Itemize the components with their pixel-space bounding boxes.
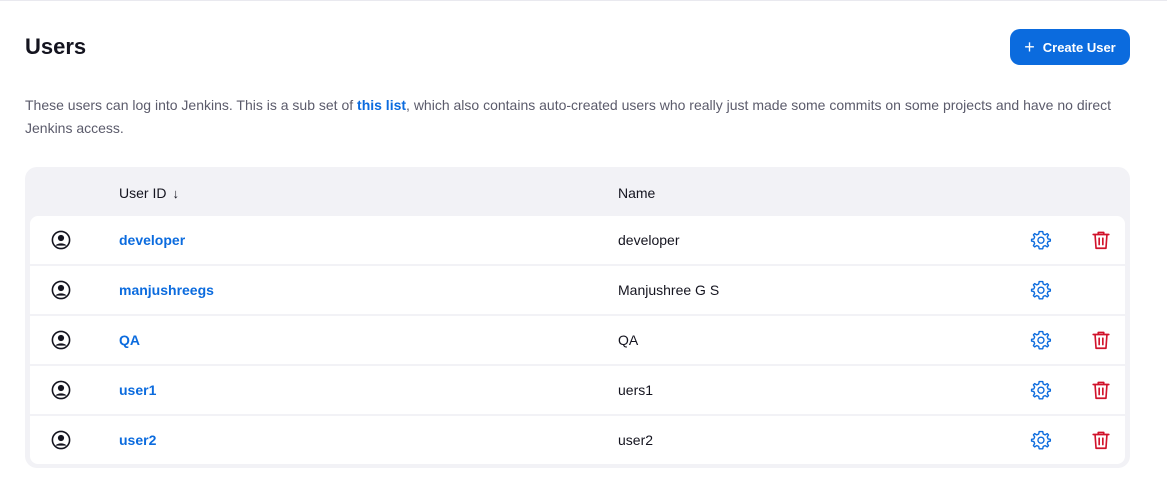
user-circle-icon: [51, 430, 71, 450]
gear-icon[interactable]: [1030, 329, 1052, 351]
gear-icon[interactable]: [1030, 379, 1052, 401]
table-row: user1 uers1: [30, 366, 1125, 414]
trash-icon[interactable]: [1090, 379, 1112, 401]
trash-icon[interactable]: [1090, 229, 1112, 251]
gear-icon[interactable]: [1030, 229, 1052, 251]
user-id-link[interactable]: developer: [119, 232, 185, 248]
create-user-label: Create User: [1042, 39, 1116, 55]
user-full-name: user2: [618, 432, 654, 448]
top-divider: [0, 0, 1167, 1]
users-table: User ID ↓ Name developer developer manjus…: [25, 167, 1130, 468]
gear-icon[interactable]: [1030, 279, 1052, 301]
trash-icon[interactable]: [1090, 429, 1112, 451]
table-row: QA QA: [30, 316, 1125, 364]
all-users-link[interactable]: this list: [357, 97, 406, 113]
user-circle-icon: [51, 380, 71, 400]
gear-icon[interactable]: [1030, 429, 1052, 451]
page-description: These users can log into Jenkins. This i…: [25, 94, 1115, 140]
user-full-name: uers1: [618, 382, 654, 398]
description-text-before: These users can log into Jenkins. This i…: [25, 97, 358, 113]
plus-icon: +: [1024, 37, 1035, 57]
trash-icon[interactable]: [1090, 329, 1112, 351]
column-header-user-id-label: User ID: [119, 185, 167, 201]
user-id-link[interactable]: user2: [119, 432, 156, 448]
user-full-name: Manjushree G S: [618, 282, 720, 298]
table-body: developer developer manjushreegs Manjush…: [30, 216, 1125, 464]
create-user-button[interactable]: + Create User: [1010, 29, 1130, 65]
page-header: Users + Create User: [25, 29, 1130, 65]
user-id-link[interactable]: manjushreegs: [119, 282, 214, 298]
column-header-name: Name: [618, 185, 656, 201]
user-circle-icon: [51, 280, 71, 300]
table-row: user2 user2: [30, 416, 1125, 464]
user-id-link[interactable]: user1: [119, 382, 156, 398]
table-row: manjushreegs Manjushree G S: [30, 266, 1125, 314]
sort-arrow-icon: ↓: [172, 186, 179, 201]
user-circle-icon: [51, 230, 71, 250]
table-row: developer developer: [30, 216, 1125, 264]
column-header-user-id[interactable]: User ID ↓: [119, 185, 179, 202]
user-id-link[interactable]: QA: [119, 332, 140, 348]
page-title: Users: [25, 34, 87, 59]
user-full-name: developer: [618, 232, 680, 248]
table-header: User ID ↓ Name: [25, 167, 1130, 216]
user-circle-icon: [51, 330, 71, 350]
user-full-name: QA: [618, 332, 639, 348]
